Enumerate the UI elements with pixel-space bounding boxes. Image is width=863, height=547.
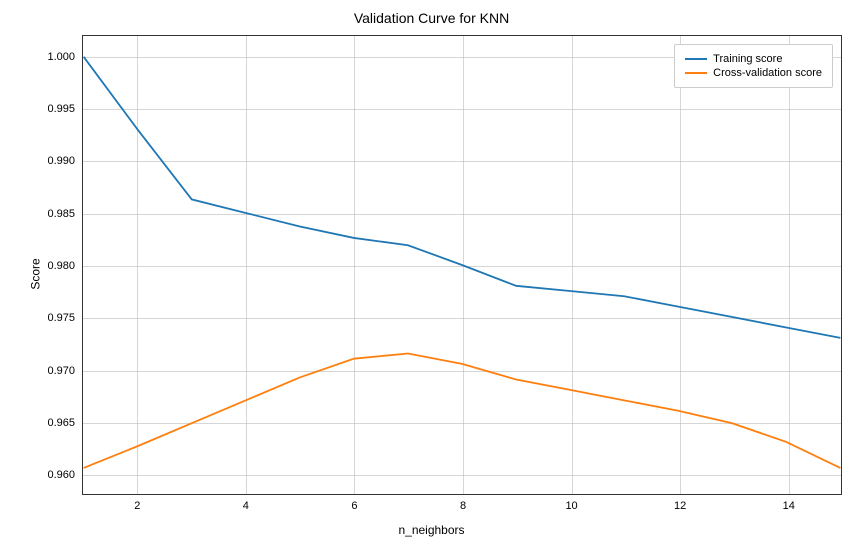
x-tick-label: 8 [460, 500, 466, 512]
y-tick-label: 0.970 [47, 365, 75, 377]
legend-label-cv: Cross-validation score [713, 67, 822, 79]
legend-label-training: Training score [713, 53, 782, 65]
legend-item-cv: Cross-validation score [685, 67, 822, 79]
y-tick-label: 0.990 [47, 155, 75, 167]
legend: Training score Cross-validation score [674, 44, 833, 88]
y-tick-label: 0.960 [47, 469, 75, 481]
x-tick-label: 12 [674, 500, 686, 512]
x-tick-label: 14 [783, 500, 795, 512]
chart-title: Validation Curve for KNN [354, 10, 509, 26]
legend-swatch-cv [685, 72, 707, 74]
y-tick-label: 0.965 [47, 417, 75, 429]
y-tick-label: 0.995 [47, 103, 75, 115]
x-tick-label: 2 [134, 500, 140, 512]
chart-container: Validation Curve for KNN Score n_neighbo… [0, 0, 863, 547]
data-lines [83, 36, 841, 494]
y-axis-label: Score [29, 258, 43, 289]
legend-swatch-training [685, 58, 707, 60]
series-line-0 [84, 57, 841, 338]
y-tick-label: 0.985 [47, 208, 75, 220]
x-tick-label: 6 [351, 500, 357, 512]
x-axis-label: n_neighbors [398, 523, 464, 537]
plot-area: Training score Cross-validation score 24… [82, 35, 842, 495]
x-tick-label: 10 [565, 500, 577, 512]
x-tick-label: 4 [243, 500, 249, 512]
series-line-1 [84, 353, 841, 468]
y-tick-label: 1.000 [47, 51, 75, 63]
y-tick-label: 0.980 [47, 260, 75, 272]
y-tick-label: 0.975 [47, 312, 75, 324]
legend-item-training: Training score [685, 53, 822, 65]
